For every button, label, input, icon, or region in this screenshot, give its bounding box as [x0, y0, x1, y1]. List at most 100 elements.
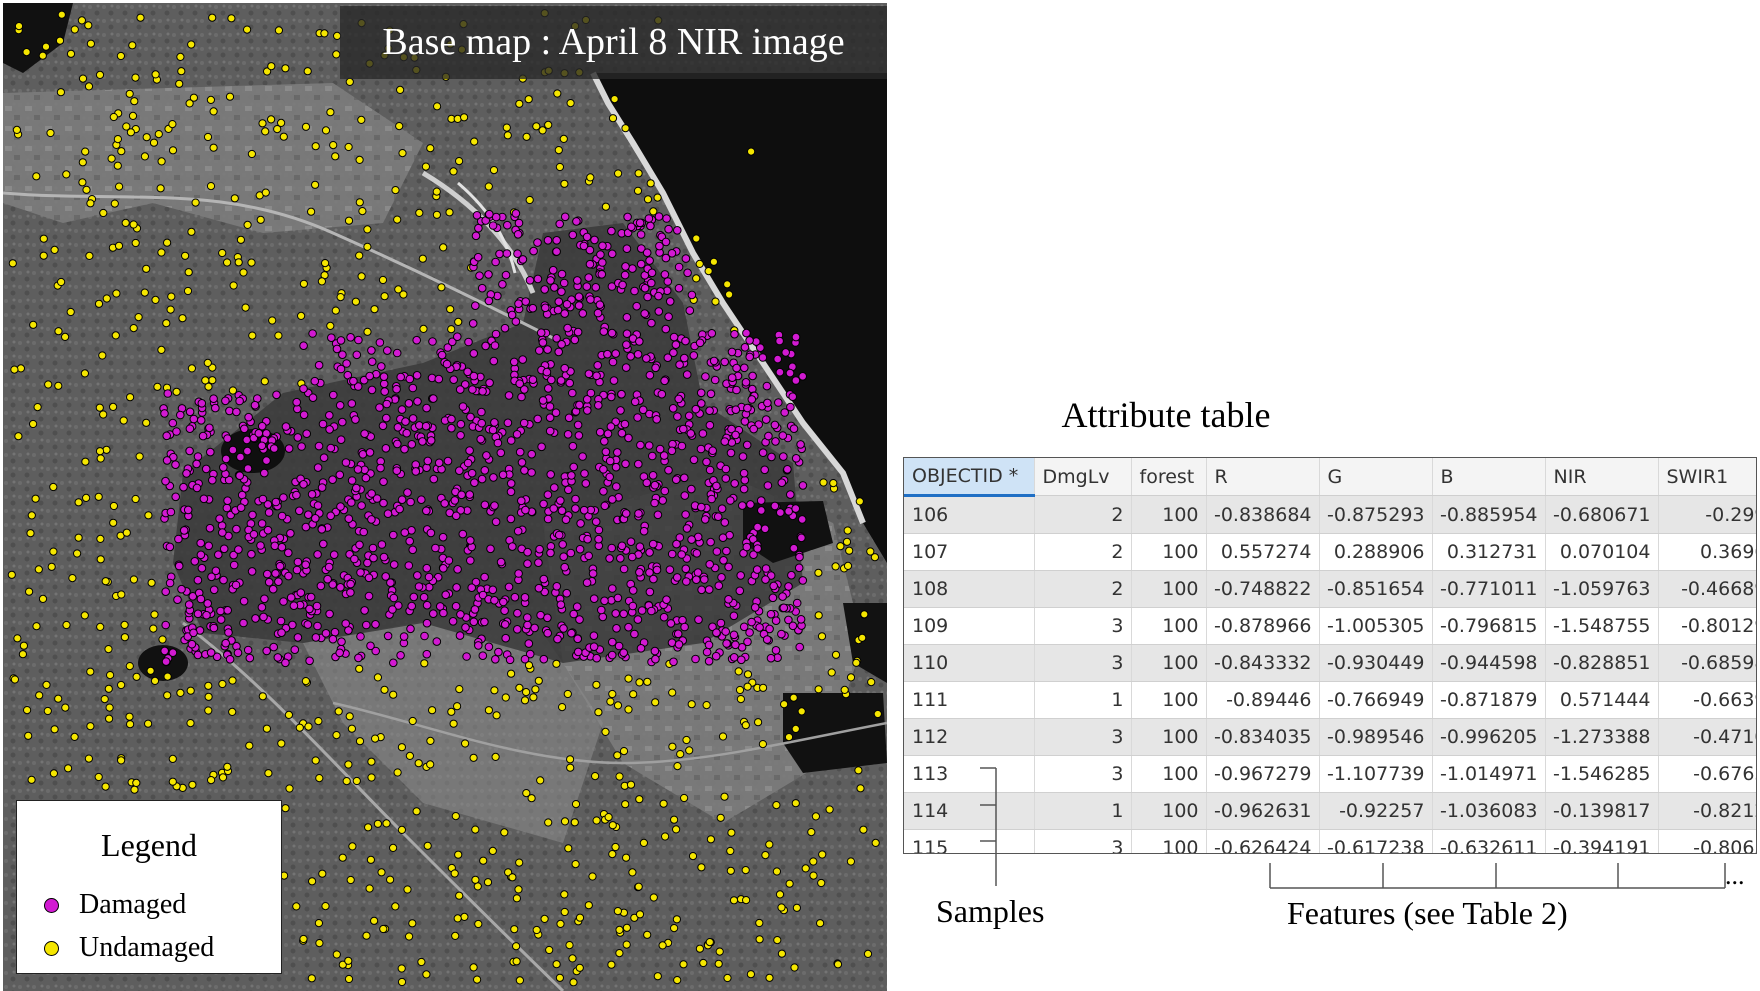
damaged-point — [776, 508, 785, 517]
damaged-point — [329, 390, 338, 400]
damaged-point — [533, 238, 542, 247]
undamaged-point — [326, 108, 335, 117]
damaged-point — [161, 620, 170, 630]
column-header-nir[interactable]: NIR — [1545, 458, 1659, 496]
undamaged-point — [355, 737, 365, 746]
damaged-point — [344, 514, 354, 524]
damaged-point — [517, 496, 526, 506]
undamaged-point — [692, 274, 701, 283]
column-header-b[interactable]: B — [1432, 458, 1546, 496]
table-cell: 0.070104 — [1545, 533, 1659, 571]
damaged-point — [485, 378, 494, 388]
damaged-point — [469, 349, 479, 358]
undamaged-point — [172, 387, 181, 396]
damaged-point — [201, 464, 211, 474]
table-row[interactable]: 114 1 100 -0.962631 -0.92257 -1.036083 -0.1398… — [904, 792, 1756, 830]
damaged-point — [671, 475, 681, 485]
damaged-point — [173, 595, 182, 605]
damaged-point — [221, 396, 230, 406]
damaged-point — [745, 336, 754, 345]
undamaged-point — [635, 678, 644, 687]
undamaged-point — [66, 49, 76, 58]
column-header-forest[interactable]: forest — [1131, 458, 1207, 496]
damaged-point — [742, 440, 752, 450]
damaged-point — [674, 640, 684, 649]
damaged-point — [318, 419, 328, 429]
damaged-point — [543, 514, 553, 524]
damaged-point — [559, 624, 568, 633]
undamaged-point — [29, 419, 38, 429]
damaged-point — [277, 511, 287, 521]
undamaged-point — [234, 258, 243, 267]
damaged-point — [598, 241, 607, 251]
table-row[interactable]: 108 2 100 -0.748822 -0.851654 -0.771011 -1.059… — [904, 570, 1756, 608]
undamaged-point — [433, 102, 442, 111]
undamaged-point — [554, 146, 563, 155]
table-row[interactable]: 112 3 100 -0.834035 -0.989546 -0.996205 -1.273… — [904, 718, 1756, 756]
damaged-point — [507, 310, 517, 320]
table-cell: 0.557274 — [1206, 533, 1320, 571]
damaged-point — [379, 552, 389, 562]
legend-item-undamaged: Undamaged — [44, 930, 214, 966]
damaged-point — [753, 544, 762, 553]
undamaged-point — [27, 775, 36, 784]
damaged-point — [514, 569, 523, 578]
column-header-swir1[interactable]: SWIR1 — [1658, 458, 1756, 496]
damaged-point — [645, 370, 655, 380]
table-cell: -0.4710 — [1658, 718, 1756, 756]
undamaged-point — [344, 760, 353, 769]
damaged-point — [177, 584, 186, 594]
damaged-point — [603, 349, 612, 359]
column-header-g[interactable]: G — [1319, 458, 1433, 496]
undamaged-point — [218, 248, 227, 258]
table-row[interactable]: 109 3 100 -0.878966 -1.005305 -0.796815 -1.548… — [904, 607, 1756, 645]
column-header-r[interactable]: R — [1206, 458, 1320, 496]
damaged-point — [469, 617, 479, 627]
damaged-point — [669, 348, 678, 358]
table-row[interactable]: 106 2 100 -0.838684 -0.875293 -0.885954 -0.680… — [904, 495, 1756, 534]
damaged-point — [624, 433, 633, 443]
damaged-point — [179, 482, 188, 492]
table-row[interactable]: 113 3 100 -0.967279 -1.107739 -1.014971 -1.546… — [904, 755, 1756, 793]
undamaged-point — [82, 493, 91, 502]
damaged-point — [560, 212, 570, 222]
column-header-objectid[interactable]: OBJECTID * — [904, 458, 1035, 497]
damaged-point — [535, 346, 544, 355]
damaged-point — [251, 614, 260, 623]
damaged-point — [550, 283, 559, 292]
table-row[interactable]: 115 3 100 -0.626424 -0.617238 -0.632611 -0.394… — [904, 829, 1756, 853]
damaged-point — [622, 313, 632, 322]
damaged-point — [598, 258, 607, 267]
damaged-point — [619, 609, 629, 619]
undamaged-point — [364, 823, 373, 832]
damaged-point — [645, 256, 654, 265]
damaged-point — [357, 501, 366, 510]
damaged-point — [569, 462, 579, 472]
table-cell: 2 — [1034, 495, 1132, 534]
damaged-point — [262, 646, 272, 656]
damaged-point — [559, 278, 569, 288]
undamaged-point — [74, 533, 83, 542]
damaged-point — [552, 236, 562, 245]
table-row[interactable]: 107 2 100 0.557274 0.288906 0.312731 0.070104 0… — [904, 533, 1756, 571]
undamaged-point — [615, 772, 624, 781]
undamaged-point — [140, 152, 149, 161]
damaged-point — [396, 372, 406, 382]
undamaged-point — [125, 712, 134, 721]
undamaged-point — [10, 675, 19, 684]
table-row[interactable]: 110 3 100 -0.843332 -0.930449 -0.944598 -0.828… — [904, 644, 1756, 682]
undamaged-point — [613, 701, 623, 710]
damaged-point — [218, 528, 227, 537]
damaged-point — [187, 639, 197, 649]
undamaged-point — [606, 697, 615, 706]
column-header-dmglv[interactable]: DmgLv — [1034, 458, 1132, 496]
damaged-point — [389, 593, 399, 603]
table-row[interactable]: 111 1 100 -0.89446 -0.766949 -0.871879 0.57144… — [904, 681, 1756, 719]
undamaged-point — [646, 179, 655, 188]
undamaged-point — [163, 691, 172, 700]
damaged-point — [412, 335, 422, 345]
undamaged-point — [723, 280, 732, 289]
damaged-point — [520, 654, 530, 664]
undamaged-point — [560, 907, 569, 917]
undamaged-point — [785, 879, 794, 888]
